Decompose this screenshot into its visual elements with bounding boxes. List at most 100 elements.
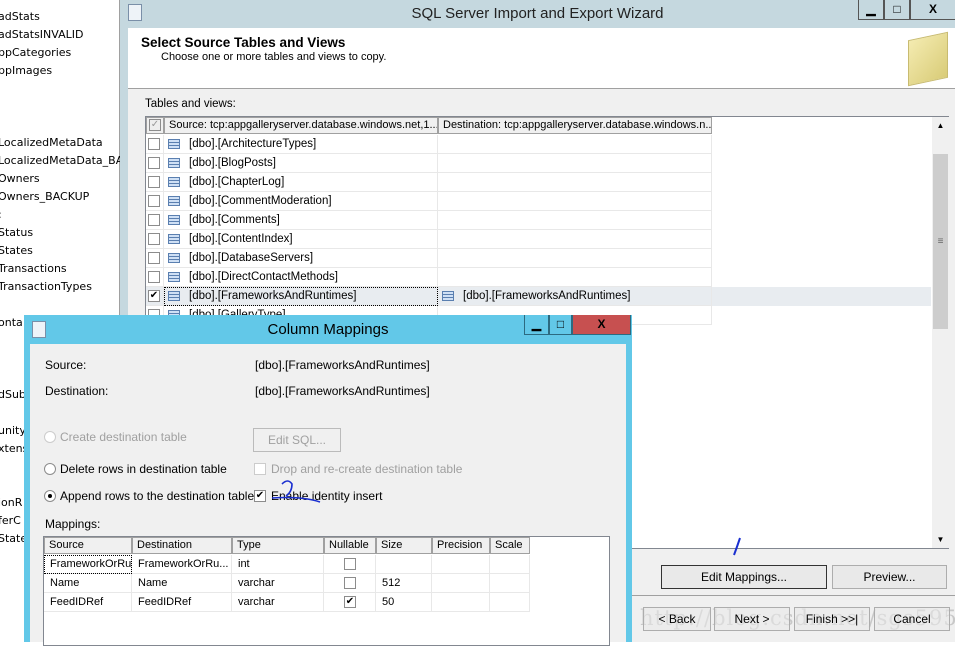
finish-button[interactable]: Finish >>|: [794, 607, 870, 631]
mapping-cell-precision[interactable]: [432, 555, 490, 574]
mapping-cell-size[interactable]: [376, 555, 432, 574]
destination-cell[interactable]: [438, 192, 712, 211]
edit-sql-button[interactable]: Edit SQL...: [253, 428, 341, 452]
scrollbar-thumb[interactable]: ≡: [933, 154, 948, 329]
source-cell[interactable]: [dbo].[ContentIndex]: [164, 230, 438, 249]
mapping-cell-scale[interactable]: [490, 574, 530, 593]
vertical-scrollbar[interactable]: ▲ ≡ ▼: [932, 117, 949, 548]
mapping-cell-type[interactable]: varchar: [232, 574, 324, 593]
mapping-cell-source[interactable]: FrameworkOrRu...: [44, 555, 132, 574]
row-checkbox-cell[interactable]: [146, 154, 164, 173]
row-checkbox-cell[interactable]: [146, 230, 164, 249]
scroll-down-arrow[interactable]: ▼: [932, 531, 949, 548]
source-cell[interactable]: [dbo].[FrameworksAndRuntimes]: [164, 287, 438, 306]
mapping-cell-scale[interactable]: [490, 555, 530, 574]
nullable-checkbox[interactable]: [344, 577, 356, 589]
destination-cell[interactable]: [438, 154, 712, 173]
table-row[interactable]: [dbo].[CommentModeration]: [146, 192, 931, 211]
nullable-checkbox[interactable]: ✔: [344, 596, 356, 608]
close-button[interactable]: X: [910, 0, 955, 20]
row-checkbox-cell[interactable]: [146, 268, 164, 287]
source-cell[interactable]: [dbo].[Comments]: [164, 211, 438, 230]
destination-cell[interactable]: [438, 211, 712, 230]
mapping-header-type[interactable]: Type: [232, 537, 324, 554]
row-checkbox-cell[interactable]: [146, 211, 164, 230]
select-all-checkbox[interactable]: ✓: [149, 119, 161, 131]
mapping-cell-size[interactable]: 512: [376, 574, 432, 593]
edit-mappings-button[interactable]: Edit Mappings...: [661, 565, 827, 589]
row-checkbox[interactable]: [148, 195, 160, 207]
table-row[interactable]: [dbo].[Comments]: [146, 211, 931, 230]
table-row[interactable]: ✔ [dbo].[FrameworksAndRuntimes] [dbo].[Fra…: [146, 287, 931, 306]
row-checkbox-cell[interactable]: [146, 249, 164, 268]
mapping-header-nullable[interactable]: Nullable: [324, 537, 376, 554]
table-row[interactable]: [dbo].[BlogPosts]: [146, 154, 931, 173]
mapping-cell-nullable[interactable]: ✔: [324, 593, 376, 612]
next-button[interactable]: Next >: [714, 607, 790, 631]
mapping-cell-size[interactable]: 50: [376, 593, 432, 612]
destination-cell[interactable]: [438, 135, 712, 154]
destination-cell[interactable]: [dbo].[FrameworksAndRuntimes]: [438, 287, 712, 306]
destination-cell[interactable]: [438, 173, 712, 192]
scroll-up-arrow[interactable]: ▲: [932, 117, 949, 134]
destination-cell[interactable]: [438, 249, 712, 268]
row-checkbox-cell[interactable]: [146, 173, 164, 192]
mapping-header-precision[interactable]: Precision: [432, 537, 490, 554]
mapping-cell-precision[interactable]: [432, 574, 490, 593]
source-cell[interactable]: [dbo].[DirectContactMethods]: [164, 268, 438, 287]
dialog-close-button[interactable]: X: [572, 315, 631, 335]
mapping-cell-nullable[interactable]: [324, 574, 376, 593]
create-table-radio[interactable]: [44, 431, 56, 443]
mapping-header-size[interactable]: Size: [376, 537, 432, 554]
source-cell[interactable]: [dbo].[ArchitectureTypes]: [164, 135, 438, 154]
table-row[interactable]: [dbo].[DirectContactMethods]: [146, 268, 931, 287]
maximize-button[interactable]: □: [884, 0, 910, 20]
row-checkbox-cell[interactable]: [146, 192, 164, 211]
row-checkbox-cell[interactable]: [146, 135, 164, 154]
source-cell[interactable]: [dbo].[CommentModeration]: [164, 192, 438, 211]
minimize-button[interactable]: ▁: [858, 0, 884, 20]
source-cell[interactable]: [dbo].[BlogPosts]: [164, 154, 438, 173]
destination-cell[interactable]: [438, 268, 712, 287]
destination-column-header[interactable]: Destination: tcp:appgalleryserver.databa…: [438, 117, 712, 134]
mapping-cell-source[interactable]: FeedIDRef: [44, 593, 132, 612]
nullable-checkbox[interactable]: [344, 558, 356, 570]
table-row[interactable]: [dbo].[ArchitectureTypes]: [146, 135, 931, 154]
row-checkbox[interactable]: [148, 271, 160, 283]
select-all-header[interactable]: ✓: [146, 117, 164, 134]
row-checkbox[interactable]: [148, 138, 160, 150]
mapping-cell-precision[interactable]: [432, 593, 490, 612]
cancel-button[interactable]: Cancel: [874, 607, 950, 631]
table-row[interactable]: [dbo].[DatabaseServers]: [146, 249, 931, 268]
source-cell[interactable]: [dbo].[DatabaseServers]: [164, 249, 438, 268]
row-checkbox[interactable]: [148, 214, 160, 226]
mapping-cell-type[interactable]: int: [232, 555, 324, 574]
dialog-minimize-button[interactable]: ▁: [524, 315, 549, 335]
source-cell[interactable]: [dbo].[ChapterLog]: [164, 173, 438, 192]
row-checkbox[interactable]: ✔: [148, 290, 160, 302]
row-checkbox[interactable]: [148, 176, 160, 188]
delete-rows-radio[interactable]: [44, 463, 56, 475]
mapping-cell-type[interactable]: varchar: [232, 593, 324, 612]
mapping-cell-source[interactable]: Name: [44, 574, 132, 593]
row-checkbox[interactable]: [148, 157, 160, 169]
row-checkbox[interactable]: [148, 233, 160, 245]
mapping-cell-destination[interactable]: Name: [132, 574, 232, 593]
mapping-cell-scale[interactable]: [490, 593, 530, 612]
dialog-maximize-button[interactable]: □: [549, 315, 572, 335]
mapping-header-source[interactable]: Source: [44, 537, 132, 554]
destination-cell[interactable]: [438, 230, 712, 249]
table-row[interactable]: [dbo].[ChapterLog]: [146, 173, 931, 192]
row-checkbox-cell[interactable]: ✔: [146, 287, 164, 306]
mapping-cell-destination[interactable]: FrameworkOrRu...: [132, 555, 232, 574]
drop-recreate-checkbox[interactable]: [254, 463, 266, 475]
mapping-cell-destination[interactable]: FeedIDRef: [132, 593, 232, 612]
mapping-header-scale[interactable]: Scale: [490, 537, 530, 554]
back-button[interactable]: < Back: [643, 607, 711, 631]
append-rows-radio[interactable]: [44, 490, 56, 502]
preview-button[interactable]: Preview...: [832, 565, 947, 589]
row-checkbox[interactable]: [148, 252, 160, 264]
mapping-cell-nullable[interactable]: [324, 555, 376, 574]
mapping-header-destination[interactable]: Destination: [132, 537, 232, 554]
source-column-header[interactable]: Source: tcp:appgalleryserver.database.wi…: [164, 117, 438, 134]
